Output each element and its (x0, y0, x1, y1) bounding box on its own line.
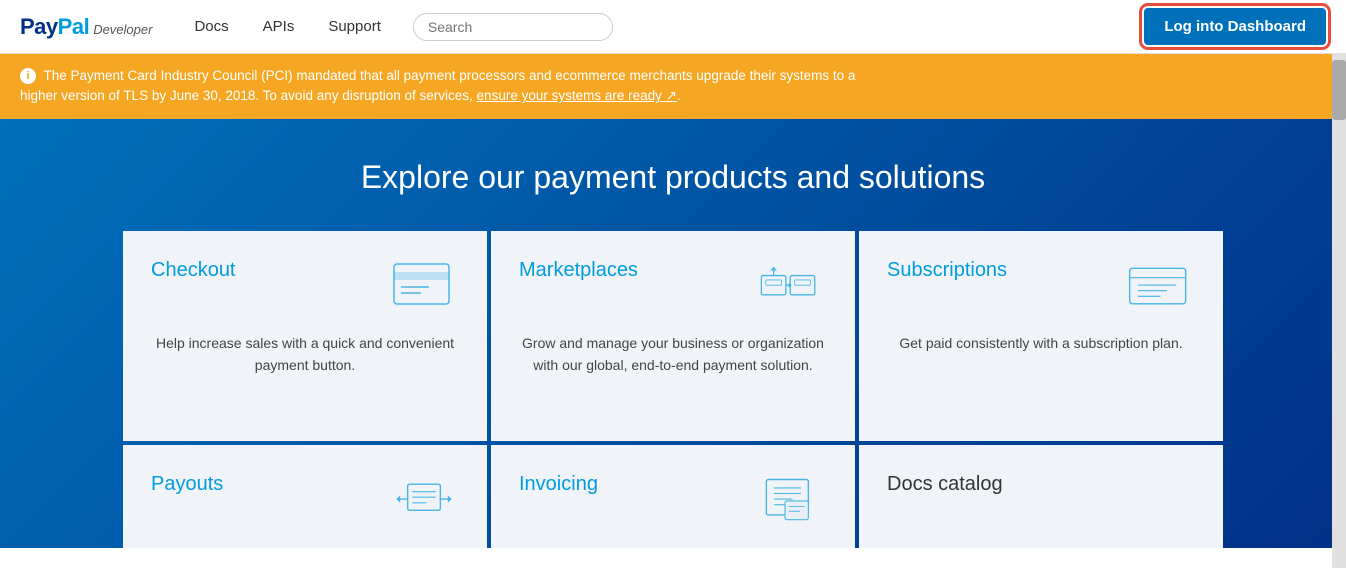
card-checkout-header: Checkout (151, 259, 459, 314)
payouts-icon (389, 473, 459, 528)
card-marketplaces-title: Marketplaces (519, 259, 638, 282)
card-checkout-desc: Help increase sales with a quick and con… (151, 332, 459, 377)
nav-apis[interactable]: APIs (251, 12, 307, 41)
nav-links: Docs APIs Support (182, 12, 392, 41)
alert-link[interactable]: ensure your systems are ready ↗ (477, 88, 677, 103)
brand: PayPal Developer (20, 14, 152, 40)
card-payouts-header: Payouts (151, 473, 459, 528)
nav-support[interactable]: Support (316, 12, 393, 41)
card-marketplaces-desc: Grow and manage your business or organiz… (519, 332, 827, 377)
alert-banner: i The Payment Card Industry Council (PCI… (0, 54, 1346, 119)
scrollbar-thumb[interactable] (1332, 60, 1346, 120)
alert-text-2: higher version of TLS by June 30, 2018. … (20, 88, 473, 103)
checkout-icon (389, 259, 459, 314)
navbar: PayPal Developer Docs APIs Support Log i… (0, 0, 1346, 54)
card-marketplaces-header: Marketplaces (519, 259, 827, 314)
card-checkout[interactable]: Checkout Help increase sales with a quic… (123, 231, 487, 441)
developer-label: Developer (93, 22, 152, 37)
card-invoicing[interactable]: Invoicing (491, 445, 855, 548)
nav-docs[interactable]: Docs (182, 12, 240, 41)
hero-title: Explore our payment products and solutio… (20, 159, 1326, 196)
paypal-wordmark: PayPal (20, 14, 89, 40)
card-payouts-title: Payouts (151, 473, 223, 496)
subscriptions-icon (1125, 259, 1195, 314)
hero-section: Explore our payment products and solutio… (0, 119, 1346, 548)
card-subscriptions-header: Subscriptions (887, 259, 1195, 314)
card-docs-catalog-header: Docs catalog (887, 473, 1195, 496)
scrollbar[interactable] (1332, 0, 1346, 568)
card-payouts[interactable]: Payouts (123, 445, 487, 548)
login-button[interactable]: Log into Dashboard (1144, 8, 1326, 45)
card-subscriptions[interactable]: Subscriptions Get paid consistently with… (859, 231, 1223, 441)
info-icon: i (20, 68, 36, 84)
card-invoicing-header: Invoicing (519, 473, 827, 528)
pay-text: Pay (20, 14, 58, 39)
card-subscriptions-desc: Get paid consistently with a subscriptio… (887, 332, 1195, 354)
card-subscriptions-title: Subscriptions (887, 259, 1007, 282)
invoicing-icon (757, 473, 827, 528)
pal-text: Pal (58, 14, 90, 39)
card-checkout-title: Checkout (151, 259, 236, 282)
search-input[interactable] (413, 13, 613, 41)
card-docs-catalog[interactable]: Docs catalog (859, 445, 1223, 548)
navbar-right: Log into Dashboard (1144, 8, 1326, 45)
card-docs-catalog-title: Docs catalog (887, 473, 1003, 496)
card-invoicing-title: Invoicing (519, 473, 598, 496)
cards-grid-bottom: Payouts Invoicing (123, 445, 1223, 548)
alert-text-1: The Payment Card Industry Council (PCI) … (44, 68, 856, 83)
marketplaces-icon (757, 259, 827, 314)
card-marketplaces[interactable]: Marketplaces Grow and manage your busine… (491, 231, 855, 441)
cards-grid: Checkout Help increase sales with a quic… (123, 231, 1223, 441)
paypal-logo: PayPal Developer (20, 14, 152, 40)
